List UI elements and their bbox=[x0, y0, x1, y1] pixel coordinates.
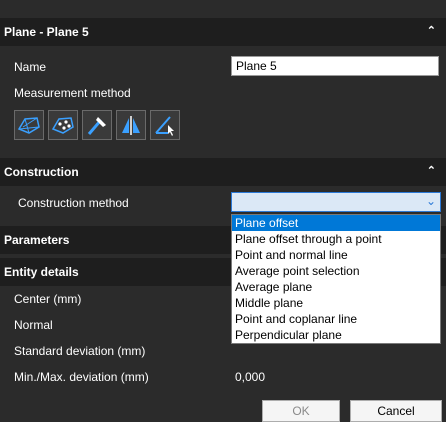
entity-details-title: Entity details bbox=[4, 265, 79, 279]
dropdown-option-plane-offset[interactable]: Plane offset bbox=[232, 215, 440, 231]
construction-method-label: Construction method bbox=[18, 196, 129, 210]
normal-label: Normal bbox=[14, 318, 53, 332]
dropdown-option-point-coplanar-line[interactable]: Point and coplanar line bbox=[232, 311, 440, 327]
collapse-chevron-icon[interactable]: ⌃ bbox=[427, 164, 436, 177]
min-max-deviation-value: 0,000 bbox=[235, 370, 266, 384]
construction-title: Construction bbox=[4, 165, 79, 179]
probe-icon[interactable] bbox=[82, 110, 112, 140]
standard-deviation-label: Standard deviation (mm) bbox=[14, 344, 146, 358]
construction-method-select[interactable]: ⌄ bbox=[231, 192, 441, 212]
dropdown-option-perpendicular-plane[interactable]: Perpendicular plane bbox=[232, 327, 440, 343]
panel-header[interactable]: Plane - Plane 5 ⌃ bbox=[0, 18, 446, 46]
cancel-button[interactable]: Cancel bbox=[350, 400, 442, 422]
dropdown-option-average-plane[interactable]: Average plane bbox=[232, 279, 440, 295]
surface-mesh-icon[interactable] bbox=[14, 110, 44, 140]
dropdown-option-plane-offset-through-point[interactable]: Plane offset through a point bbox=[232, 231, 440, 247]
center-label: Center (mm) bbox=[14, 292, 82, 306]
ok-button[interactable]: OK bbox=[262, 400, 340, 422]
name-field[interactable]: Plane 5 bbox=[231, 56, 439, 76]
name-label: Name bbox=[14, 60, 47, 74]
pointer-plane-icon[interactable] bbox=[150, 110, 180, 140]
construction-method-dropdown[interactable]: Plane offset Plane offset through a poin… bbox=[231, 214, 441, 344]
measurement-method-label: Measurement method bbox=[14, 86, 131, 100]
construction-header[interactable]: Construction ⌃ bbox=[0, 158, 446, 186]
dropdown-option-point-normal-line[interactable]: Point and normal line bbox=[232, 247, 440, 263]
dropdown-option-average-point-selection[interactable]: Average point selection bbox=[232, 263, 440, 279]
collapse-chevron-icon[interactable]: ⌃ bbox=[427, 24, 436, 37]
symmetry-plane-icon[interactable] bbox=[116, 110, 146, 140]
chevron-down-icon[interactable]: ⌄ bbox=[426, 194, 436, 208]
dropdown-option-middle-plane[interactable]: Middle plane bbox=[232, 295, 440, 311]
parameters-title: Parameters bbox=[4, 233, 70, 247]
min-max-deviation-label: Min./Max. deviation (mm) bbox=[14, 370, 149, 384]
surface-points-icon[interactable] bbox=[48, 110, 78, 140]
panel-title: Plane - Plane 5 bbox=[4, 25, 89, 39]
